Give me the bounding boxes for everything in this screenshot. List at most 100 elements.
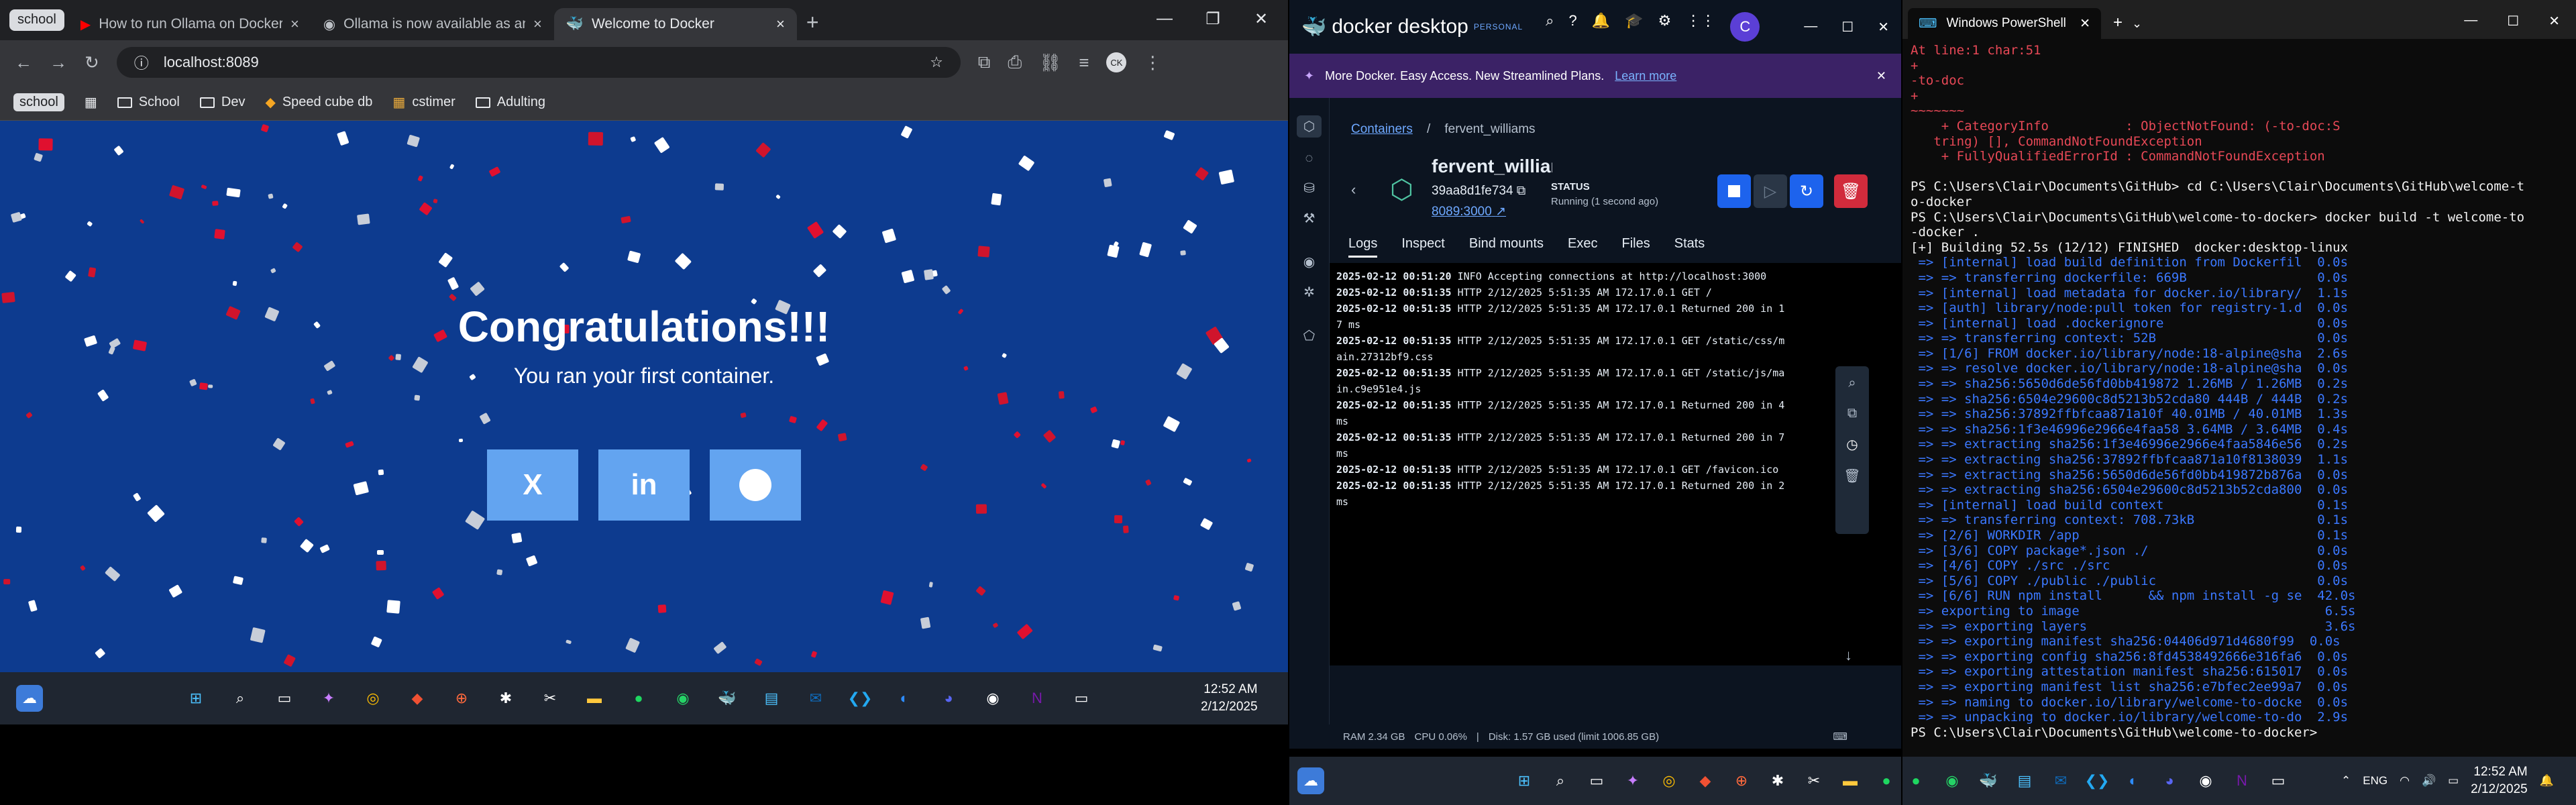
copilot-icon[interactable]: ✦: [1619, 767, 1646, 794]
containers-nav-icon[interactable]: ⬡: [1296, 115, 1322, 138]
maximize-icon[interactable]: ❐: [1189, 0, 1237, 38]
zoom-icon[interactable]: ◐: [891, 685, 918, 712]
apps-grid-icon[interactable]: ⋮⋮: [1686, 12, 1715, 42]
spotify-icon[interactable]: ●: [1873, 767, 1900, 794]
slack-icon[interactable]: ✱: [492, 685, 519, 712]
wifi-icon[interactable]: ◠: [2400, 774, 2410, 788]
reload-icon[interactable]: ↻: [85, 52, 99, 73]
search-icon[interactable]: ⌕: [1547, 767, 1574, 794]
start-icon[interactable]: ⊞: [1511, 767, 1538, 794]
chrome-icon[interactable]: ◎: [1656, 767, 1682, 794]
close-icon[interactable]: ✕: [2080, 16, 2090, 32]
apps-grid-icon[interactable]: ▦: [85, 94, 97, 111]
clear-logs-icon[interactable]: 🗑: [1843, 468, 1860, 484]
close-window-icon[interactable]: ✕: [2548, 13, 2560, 30]
close-icon[interactable]: ×: [533, 15, 542, 33]
terminal-icon[interactable]: ⌨: [1833, 731, 1847, 743]
stop-button[interactable]: [1717, 174, 1751, 208]
delete-button[interactable]: 🗑: [1834, 174, 1868, 208]
github-icon[interactable]: ◉: [979, 685, 1006, 712]
docker-taskbar-icon[interactable]: 🐳: [1975, 767, 2002, 794]
help-icon[interactable]: ?: [1569, 12, 1577, 42]
app-icon[interactable]: ⊕: [1728, 767, 1755, 794]
bookmark-star-icon[interactable]: ☆: [930, 54, 943, 71]
builds-nav-icon[interactable]: ⚒: [1303, 210, 1316, 227]
close-icon[interactable]: ×: [290, 15, 299, 33]
tab-dropdown-icon[interactable]: ⌄: [2132, 17, 2142, 31]
notifications-icon[interactable]: 🔔: [1592, 12, 1610, 42]
search-logs-icon[interactable]: ⌕: [1848, 376, 1856, 391]
share-linkedin-button[interactable]: in: [598, 449, 690, 521]
discord-icon[interactable]: ◕: [2156, 767, 2183, 794]
tray-overflow-icon[interactable]: ⌃: [2341, 774, 2351, 788]
language-indicator[interactable]: ENG: [2363, 774, 2387, 788]
notifications-icon[interactable]: 🔔: [2540, 774, 2554, 788]
file-explorer-icon[interactable]: ▬: [1837, 767, 1864, 794]
terminal-output[interactable]: At line:1 char:51 + -to-doc + ~~~~~~~ + Cate…: [1902, 39, 2576, 757]
maximize-icon[interactable]: ☐: [1841, 19, 1854, 36]
spotify-icon[interactable]: ●: [625, 685, 652, 712]
search-icon[interactable]: ⌕: [1546, 12, 1554, 42]
back-icon[interactable]: ‹: [1351, 181, 1356, 199]
github-icon[interactable]: ◉: [2192, 767, 2219, 794]
port-link[interactable]: 8089:3000 ↗: [1432, 204, 1506, 219]
bookmark-speed-cube-db[interactable]: ◆ Speed cube db: [265, 94, 372, 111]
close-window-icon[interactable]: ✕: [1878, 19, 1889, 36]
minimize-icon[interactable]: —: [2464, 13, 2477, 30]
share-x-button[interactable]: X: [487, 449, 578, 521]
outlook-icon[interactable]: ✉: [802, 685, 829, 712]
minimize-icon[interactable]: —: [1804, 19, 1817, 36]
bookmark-adulting[interactable]: Adulting: [475, 95, 545, 110]
app-icon[interactable]: ⊕: [448, 685, 475, 712]
print-icon[interactable]: ⎙: [1008, 52, 1022, 73]
docker-taskbar-icon[interactable]: 🐳: [714, 685, 741, 712]
log-viewer[interactable]: 2025-02-12 00:51:20 INFO Accepting conne…: [1330, 263, 1901, 665]
outlook-icon[interactable]: ✉: [2047, 767, 2074, 794]
notepad-icon[interactable]: ▤: [2011, 767, 2038, 794]
menu-icon[interactable]: ⋮: [1144, 52, 1161, 73]
volumes-nav-icon[interactable]: ⛁: [1303, 180, 1315, 197]
close-banner-icon[interactable]: ✕: [1876, 69, 1886, 83]
copy-logs-icon[interactable]: ⧉: [1847, 406, 1857, 421]
restart-button[interactable]: ↻: [1790, 174, 1823, 208]
weather-widget-icon[interactable]: ☁: [16, 685, 43, 712]
tab-group-chip[interactable]: school: [9, 9, 64, 31]
copilot-icon[interactable]: ✦: [315, 685, 342, 712]
tab-welcome-docker[interactable]: 🐳 Welcome to Docker ×: [553, 8, 797, 40]
bookmark-cstimer[interactable]: ▦ cstimer: [392, 94, 455, 111]
bookmark-school[interactable]: School: [117, 95, 180, 110]
tab-files[interactable]: Files: [1622, 236, 1650, 258]
minimize-icon[interactable]: —: [1140, 0, 1189, 38]
clock[interactable]: 12:52 AM 2/12/2025: [1201, 681, 1258, 716]
learn-more-link[interactable]: Learn more: [1615, 69, 1676, 83]
vscode-icon[interactable]: ❮❯: [2084, 767, 2110, 794]
add-extensions-icon[interactable]: ⬠: [1303, 327, 1315, 344]
close-window-icon[interactable]: ✕: [1237, 0, 1285, 38]
search-icon[interactable]: ⌕: [227, 685, 254, 712]
account-avatar[interactable]: C: [1730, 12, 1760, 42]
zoom-icon[interactable]: ◐: [2120, 767, 2147, 794]
start-icon[interactable]: ⊞: [182, 685, 209, 712]
new-tab-button[interactable]: +: [806, 10, 819, 35]
learning-icon[interactable]: 🎓: [1625, 12, 1643, 42]
vscode-icon[interactable]: ❮❯: [847, 685, 873, 712]
bookmark-dev[interactable]: Dev: [199, 95, 245, 110]
slack-icon[interactable]: ✱: [1764, 767, 1791, 794]
address-bar[interactable]: ⓘ localhost:8089 ☆: [116, 47, 961, 78]
copy-icon[interactable]: ⧉: [1517, 184, 1526, 198]
battery-icon[interactable]: ▭: [2448, 774, 2459, 788]
onenote-icon[interactable]: N: [2229, 767, 2255, 794]
terminal-icon[interactable]: ▭: [1068, 685, 1095, 712]
discord-icon[interactable]: ◕: [935, 685, 962, 712]
tab-bind-mounts[interactable]: Bind mounts: [1469, 236, 1544, 258]
bookmark-school-chip[interactable]: school: [13, 93, 64, 111]
media-icon[interactable]: ≡: [1079, 52, 1089, 73]
start-button[interactable]: ▷: [1754, 174, 1787, 208]
terminal-icon[interactable]: ▭: [2265, 767, 2292, 794]
snipping-icon[interactable]: ✂: [537, 685, 564, 712]
snipping-icon[interactable]: ✂: [1801, 767, 1827, 794]
profile-avatar[interactable]: CK: [1106, 52, 1127, 72]
timestamps-icon[interactable]: ◷: [1846, 436, 1858, 453]
weather-widget-icon[interactable]: ☁: [1297, 767, 1324, 794]
settings-icon[interactable]: ⚙: [1658, 12, 1672, 42]
